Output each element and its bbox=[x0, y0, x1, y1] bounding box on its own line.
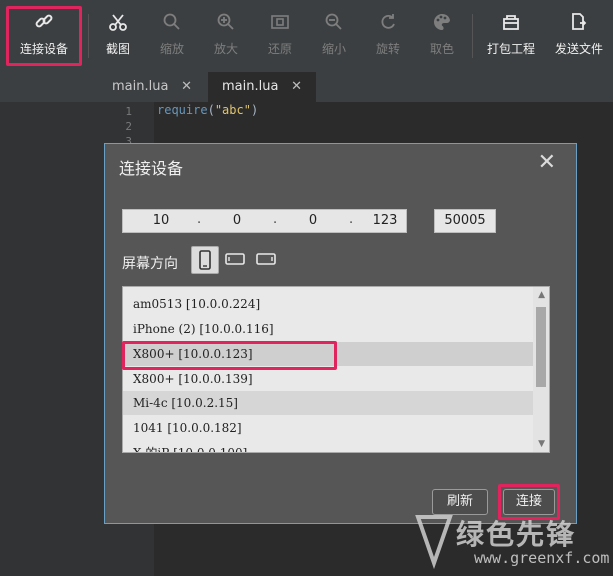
send-file-icon bbox=[548, 12, 610, 36]
watermark-arrow-icon bbox=[415, 515, 453, 569]
scissors-icon bbox=[96, 12, 140, 36]
package-project-label: 打包工程 bbox=[486, 42, 535, 56]
device-list-item[interactable]: X 的iP [10.0.0.100] bbox=[123, 441, 534, 452]
watermark-logo: 绿色先锋 www.greenxf.com bbox=[412, 505, 612, 573]
device-list-item[interactable]: 1041 [10.0.0.182] bbox=[123, 416, 534, 440]
zoom-in-label: 放大 bbox=[213, 42, 238, 56]
line-number: 2 bbox=[125, 120, 132, 133]
device-list-item-selected[interactable]: X800+ [10.0.0.123] bbox=[123, 342, 534, 366]
restore-button[interactable]: 还原 bbox=[258, 6, 302, 66]
ip-address-input[interactable]: 10 . 0 . 0 . 123 bbox=[122, 209, 407, 233]
restore-frame-icon bbox=[258, 12, 302, 36]
scroll-down-icon[interactable]: ▼ bbox=[538, 439, 545, 449]
device-list[interactable]: am0513 [10.0.0.224] iPhone (2) [10.0.0.1… bbox=[122, 286, 550, 453]
editor-tab-bar: main.lua ✕ main.lua ✕ bbox=[0, 72, 613, 102]
ip-octet-4[interactable]: 123 bbox=[367, 213, 403, 228]
scrollbar-thumb[interactable] bbox=[536, 307, 546, 387]
code-string: "abc" bbox=[214, 103, 251, 117]
pick-color-label: 取色 bbox=[429, 42, 454, 56]
pick-color-button[interactable]: 取色 bbox=[420, 6, 464, 66]
landscape-phone-icon bbox=[225, 253, 245, 265]
screenshot-label: 截图 bbox=[105, 42, 130, 56]
close-icon[interactable]: ✕ bbox=[538, 150, 556, 175]
rotate-icon bbox=[366, 12, 410, 36]
orientation-landscape-right-button[interactable] bbox=[253, 246, 281, 274]
zoom-out-button[interactable]: 缩小 bbox=[312, 6, 356, 66]
toolbar-divider bbox=[472, 14, 473, 58]
scroll-up-icon[interactable]: ▲ bbox=[538, 290, 545, 300]
port-input[interactable]: 50005 bbox=[434, 209, 496, 233]
line-number: 1 bbox=[125, 105, 132, 118]
zoom-out-icon bbox=[312, 12, 356, 36]
connect-device-label: 连接设备 bbox=[19, 42, 68, 56]
package-icon bbox=[480, 12, 542, 36]
ip-separator: . bbox=[349, 212, 354, 227]
device-list-item[interactable]: am0513 [10.0.0.224] bbox=[123, 292, 534, 316]
tab-label: main.lua bbox=[112, 79, 169, 94]
watermark-text: 绿色先锋 bbox=[456, 518, 577, 551]
tab-label: main.lua bbox=[222, 79, 279, 94]
toolbar: 连接设备 截图 缩放 放大 还原 缩小 旋转 取色 打包工程 发送文件 bbox=[0, 0, 613, 73]
zoom-label: 缩放 bbox=[159, 42, 184, 56]
screen-orientation-label: 屏幕方向 bbox=[122, 256, 178, 272]
ip-separator: . bbox=[273, 212, 278, 227]
file-explorer-pane bbox=[0, 102, 98, 576]
toolbar-divider bbox=[88, 14, 89, 58]
package-project-button[interactable]: 打包工程 bbox=[480, 6, 542, 66]
tab-main-lua-1[interactable]: main.lua ✕ bbox=[98, 72, 206, 102]
ip-octet-3[interactable]: 0 bbox=[295, 213, 331, 228]
rotate-button[interactable]: 旋转 bbox=[366, 6, 410, 66]
portrait-phone-icon bbox=[199, 250, 211, 270]
connect-device-button[interactable]: 连接设备 bbox=[6, 6, 82, 66]
device-list-item[interactable]: iPhone (2) [10.0.0.116] bbox=[123, 317, 534, 341]
close-icon[interactable]: ✕ bbox=[181, 72, 192, 102]
dialog-title: 连接设备 bbox=[119, 159, 184, 178]
landscape-phone-icon bbox=[256, 253, 276, 265]
watermark-url: www.greenxf.com bbox=[474, 549, 610, 567]
restore-label: 还原 bbox=[267, 42, 292, 56]
zoom-button[interactable]: 缩放 bbox=[150, 6, 194, 66]
zoom-out-label: 缩小 bbox=[321, 42, 346, 56]
zoom-in-button[interactable]: 放大 bbox=[204, 6, 248, 66]
device-list-item[interactable]: Mi-4c [10.0.2.15] bbox=[123, 391, 534, 415]
device-list-item[interactable]: X800+ [10.0.0.139] bbox=[123, 367, 534, 391]
send-file-button[interactable]: 发送文件 bbox=[548, 6, 610, 66]
ip-separator: . bbox=[197, 212, 202, 227]
code-paren: ) bbox=[250, 103, 259, 117]
link-icon bbox=[6, 12, 82, 36]
orientation-landscape-left-button[interactable] bbox=[222, 246, 250, 274]
close-icon[interactable]: ✕ bbox=[291, 72, 302, 102]
code-function: require bbox=[157, 103, 208, 117]
code-line[interactable]: require("abc") bbox=[157, 103, 258, 117]
magnifier-icon bbox=[150, 12, 194, 36]
connect-device-dialog: 连接设备 ✕ 10 . 0 . 0 . 123 50005 屏幕方向 am051… bbox=[104, 143, 577, 524]
ip-octet-1[interactable]: 10 bbox=[143, 213, 179, 228]
code-paren: ( bbox=[207, 103, 215, 117]
rotate-label: 旋转 bbox=[375, 42, 400, 56]
ip-octet-2[interactable]: 0 bbox=[219, 213, 255, 228]
zoom-in-icon bbox=[204, 12, 248, 36]
device-list-scrollbar[interactable]: ▲ ▼ bbox=[533, 287, 549, 452]
tab-main-lua-2[interactable]: main.lua ✕ bbox=[208, 72, 316, 102]
screenshot-button[interactable]: 截图 bbox=[96, 6, 140, 66]
palette-icon bbox=[420, 12, 464, 36]
orientation-portrait-button[interactable] bbox=[191, 246, 219, 274]
send-file-label: 发送文件 bbox=[554, 42, 603, 56]
